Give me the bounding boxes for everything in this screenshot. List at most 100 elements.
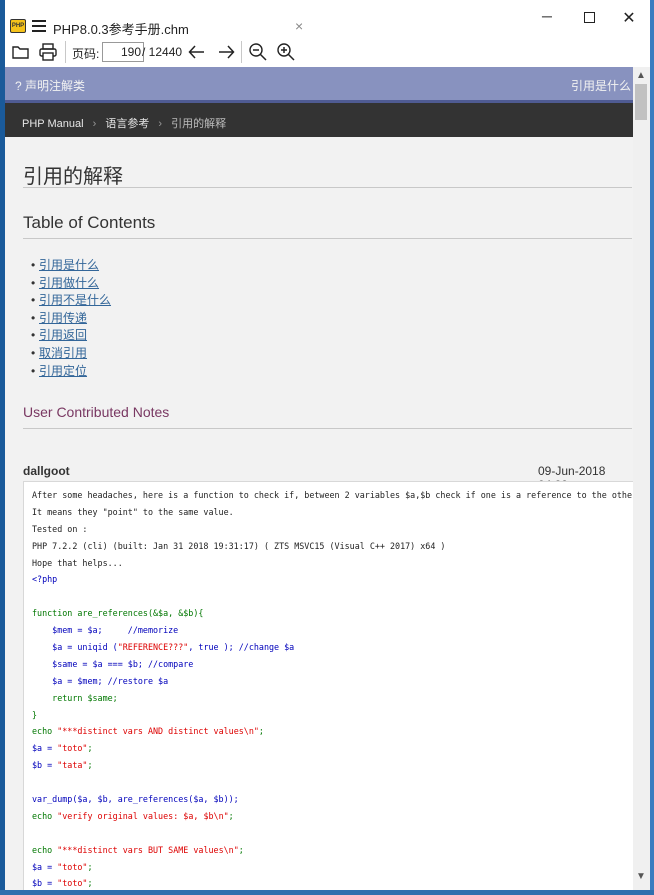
code-token: "***distinct vars AND distinct values\n" [57,726,259,737]
breadcrumb-separator: › [158,118,163,130]
close-button[interactable]: ✕ [617,8,641,28]
note-author: dallgoot [23,464,70,478]
code-line: After some headaches, here is a function… [32,490,633,507]
folder-open-icon[interactable] [11,42,31,62]
code-line: function are_references(&$a, &$b){ [32,608,633,625]
code-line: $b = "tata"; [32,760,633,777]
code-token: ; [228,810,234,821]
toc-item: • 引用传递 [31,310,88,325]
toc-link[interactable]: 引用传递 [39,311,87,325]
code-line: PHP 7.2.2 (cli) (built: Jan 31 2018 19:3… [32,541,633,558]
toc-item: • 引用做什么 [31,275,100,290]
toc-heading: Table of Contents [23,213,156,232]
breadcrumb-language-reference[interactable]: 语言参考 [105,118,149,130]
code-token: $a = $mem; //restore $a [32,675,169,686]
code-token: "***distinct vars BUT SAME values\n" [57,844,239,855]
prev-page-link[interactable]: ? 声明注解类 [15,77,85,94]
toolbar-separator [65,41,66,63]
minimize-icon: ─ [542,8,552,24]
toc-list: • 引用是什么 • 引用做什么 • 引用不是什么 • 引用传递 • 引用返回 • 取消引用 … [31,256,111,379]
toc-link[interactable]: 引用做什么 [39,276,99,290]
breadcrumb: PHP Manual › 语言参考 › 引用的解释 [5,103,633,137]
maximize-icon [583,12,595,23]
code-token: $mem = $a; //memorize [32,625,179,636]
document-content: ? 声明注解类 引用是什么 PHP Manual › 语言参考 › 引用的解释 … [5,67,633,890]
code-token: $b = [32,760,58,771]
code-line: echo "***distinct vars AND distinct valu… [32,726,633,743]
code-token: Tested on : [32,523,88,534]
code-token: ; [87,743,93,754]
toc-item: • 引用定位 [31,363,88,378]
toc-item: • 取消引用 [31,345,88,360]
next-page-link[interactable]: 引用是什么 [571,77,631,94]
toolbar-separator [241,41,242,63]
toc-item: • 引用返回 [31,328,88,343]
code-line: $a = uniqid ("REFERENCE???", true ); //c… [32,642,633,659]
page-number-input[interactable] [102,42,144,62]
code-line: return $same; [32,693,633,710]
php-app-icon: PHP [10,19,26,33]
toc-link[interactable]: 引用定位 [39,364,87,378]
maximize-button[interactable] [577,8,601,28]
code-line: It means they "point" to the same value. [32,507,633,524]
minimize-button[interactable]: ─ [535,8,559,28]
toc-link[interactable]: 取消引用 [39,346,87,360]
code-line [32,828,633,845]
code-token: $same = $a === $b; //compare [32,658,194,669]
breadcrumb-php-manual[interactable]: PHP Manual [22,118,84,130]
code-token: ; [238,844,244,855]
code-token: echo [32,726,58,737]
code-token: "verify original values: $a, $b\n" [57,810,229,821]
desktop-edge-bottom [0,890,654,895]
code-token: } [32,709,38,720]
code-line: echo "***distinct vars BUT SAME values\n… [32,845,633,862]
document-tab-title[interactable]: PHP8.0.3参考手册.chm [53,19,189,38]
code-token: return $same; [32,692,118,703]
code-line: $a = "toto"; [32,862,633,879]
zoom-in-icon[interactable] [276,42,296,62]
code-token: ; [258,726,264,737]
arrow-left-icon[interactable] [187,42,207,62]
scroll-up-icon[interactable]: ▲ [635,70,647,82]
code-token: ; [87,760,93,771]
code-token: It means they "point" to the same value. [32,506,234,517]
user-notes-heading: User Contributed Notes [23,404,170,420]
code-line: $mem = $a; //memorize [32,625,633,642]
code-line [32,591,633,608]
code-token: "REFERENCE???" [117,642,189,653]
toc-link[interactable]: 引用是什么 [39,258,99,272]
divider [23,428,632,429]
code-token: "toto" [57,878,88,889]
chm-viewer-window: PHP PHP8.0.3参考手册.chm × ─ ✕ 页码: / 12440 [5,0,650,890]
tab-close-icon[interactable]: × [295,18,303,34]
code-line: $a = "toto"; [32,743,633,760]
toc-item: • 引用不是什么 [31,293,112,308]
desktop-edge-right [650,0,654,895]
code-token: PHP 7.2.2 (cli) (built: Jan 31 2018 19:3… [32,540,446,551]
code-token: , true ); //change $a [188,642,295,653]
code-token: "toto" [57,861,88,872]
menu-icon[interactable] [32,20,46,32]
code-token: After some headaches, here is a function… [32,490,633,500]
code-line [32,777,633,794]
code-line: $b = "toto"; [32,878,633,890]
vertical-scrollbar[interactable]: ▲ ▼ [633,67,650,890]
toc-link[interactable]: 引用返回 [39,328,87,342]
toc-link[interactable]: 引用不是什么 [39,293,111,307]
zoom-out-icon[interactable] [248,42,268,62]
breadcrumb-current: 引用的解释 [171,118,227,130]
code-token: ; [87,861,93,872]
scroll-down-icon[interactable]: ▼ [635,871,647,883]
code-token: "toto" [57,743,88,754]
scrollbar-thumb[interactable] [635,84,647,120]
printer-icon[interactable] [38,42,58,62]
code-line: var_dump($a, $b, are_references($a, $b))… [32,794,633,811]
toolbar: 页码: / 12440 [5,37,650,67]
code-token: var_dump($a, $b, are_references($a, $b))… [32,794,239,805]
page-title: 引用的解释 [23,166,123,188]
note-body: After some headaches, here is a function… [23,481,633,890]
arrow-right-icon[interactable] [216,42,236,62]
code-line: $same = $a === $b; //compare [32,659,633,676]
